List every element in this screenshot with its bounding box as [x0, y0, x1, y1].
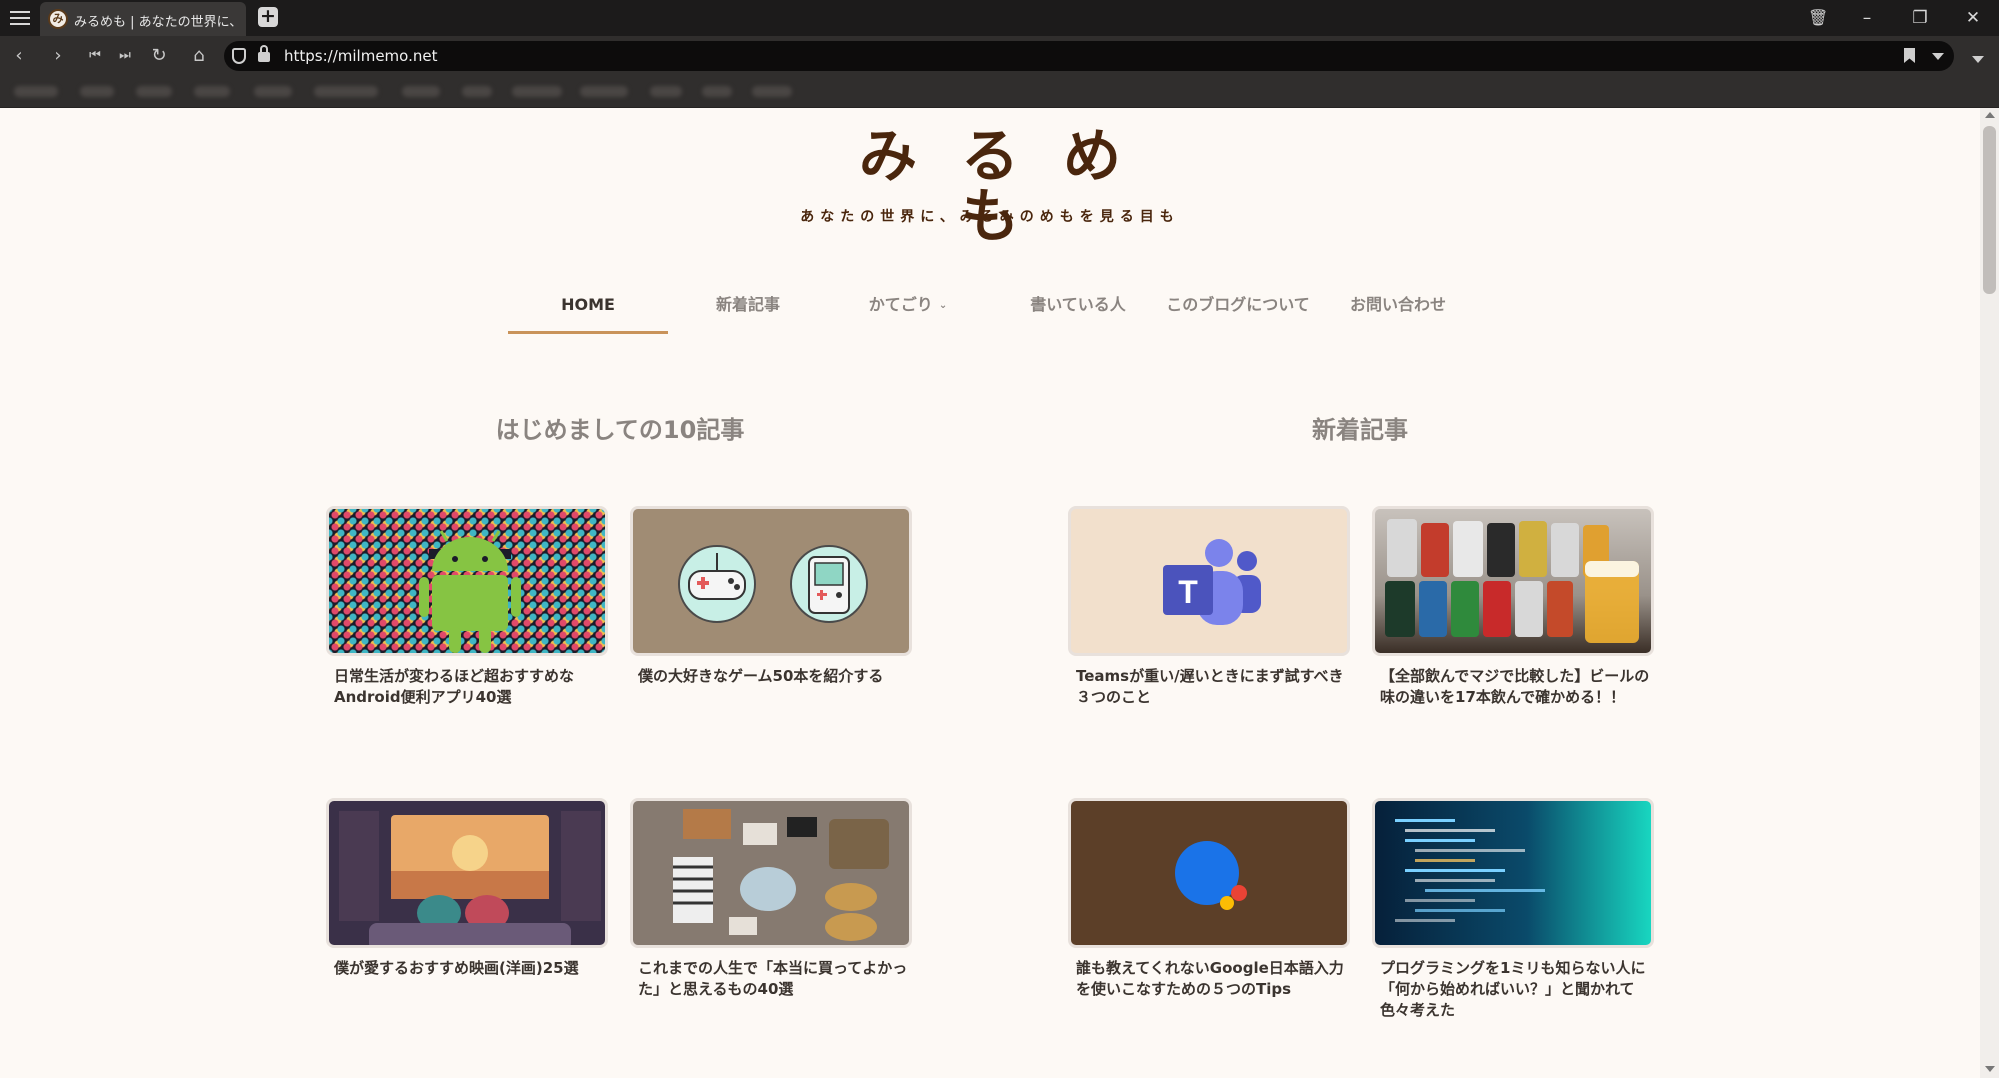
- bookmark-item[interactable]: [314, 86, 378, 97]
- forward-icon[interactable]: ›: [47, 45, 69, 67]
- teams-icon: T: [1163, 539, 1261, 625]
- back-icon[interactable]: ‹: [8, 45, 30, 67]
- article-thumbnail[interactable]: [1372, 506, 1654, 656]
- site-favicon-icon: み: [48, 9, 68, 29]
- bookmark-item[interactable]: [650, 86, 682, 97]
- nav-new-articles[interactable]: 新着記事: [668, 280, 828, 334]
- article-title[interactable]: 【全部飲んでマジで比較した】ビールの味の違いを17本飲んで確かめる！！: [1380, 666, 1650, 708]
- bookmarks-bar: [0, 76, 1999, 108]
- browser-tab[interactable]: み みるめも | あなたの世界に、み: [40, 2, 246, 36]
- minimize-icon[interactable]: –: [1852, 6, 1882, 30]
- nav-home[interactable]: HOME: [508, 280, 668, 334]
- page-scrollbar[interactable]: [1980, 108, 1999, 1078]
- nav-label: 新着記事: [715, 295, 780, 314]
- section-title-intro: はじめましての10記事: [495, 416, 745, 444]
- site-tagline: あなたの世界に、みるみのめもを見る目も: [800, 209, 1180, 225]
- close-icon[interactable]: ✕: [1958, 6, 1988, 30]
- bookmark-item[interactable]: [194, 86, 230, 97]
- nav-label: お問い合わせ: [1349, 295, 1446, 314]
- bookmark-item[interactable]: [462, 86, 492, 97]
- trash-icon[interactable]: 🗑: [1808, 8, 1828, 28]
- browser-navbar: ‹ › ⏮ ⏭ ↻ ⌂ https://milmemo.net: [0, 36, 1999, 76]
- fast-forward-icon[interactable]: ⏭: [114, 45, 136, 67]
- gamepad-icon: [678, 545, 868, 623]
- url-text[interactable]: https://milmemo.net: [284, 47, 437, 65]
- tab-title: みるめも | あなたの世界に、み: [74, 15, 242, 30]
- bookmark-icon[interactable]: [1904, 48, 1915, 63]
- nav-author[interactable]: 書いている人: [1008, 280, 1148, 334]
- menu-icon[interactable]: [10, 8, 30, 28]
- restore-icon[interactable]: ❐: [1905, 6, 1935, 30]
- google-ime-icon: [1175, 841, 1247, 910]
- shield-icon[interactable]: [232, 48, 246, 64]
- nav-label: かてごり: [868, 295, 933, 314]
- svg-text:T: T: [1178, 574, 1198, 610]
- items-icon: [673, 809, 889, 941]
- article-title[interactable]: 僕が愛するおすすめ映画(洋画)25選: [334, 958, 604, 979]
- bookmark-item[interactable]: [512, 86, 562, 97]
- article-title[interactable]: 誰も教えてくれないGoogle日本語入力を使いこなすための５つのTips: [1076, 958, 1346, 1000]
- nav-label: HOME: [561, 295, 615, 314]
- lock-icon[interactable]: [258, 45, 270, 62]
- code-icon: [1395, 819, 1545, 922]
- home-icon[interactable]: ⌂: [188, 45, 210, 67]
- rewind-icon[interactable]: ⏮: [84, 45, 106, 67]
- bookmark-item[interactable]: [752, 86, 792, 97]
- article-thumbnail[interactable]: T: [1068, 506, 1350, 656]
- bookmark-item[interactable]: [702, 86, 732, 97]
- scroll-up-icon[interactable]: [1985, 112, 1995, 118]
- scroll-down-icon[interactable]: [1985, 1066, 1995, 1072]
- nav-about[interactable]: このブログについて: [1148, 280, 1328, 334]
- site-logo[interactable]: みるめも: [785, 126, 1195, 246]
- address-bar[interactable]: https://milmemo.net: [224, 41, 1954, 71]
- beer-cans-icon: [1385, 519, 1639, 643]
- browser-menu-chevron-icon[interactable]: [1972, 56, 1984, 63]
- article-title[interactable]: 僕の大好きなゲーム50本を紹介する: [638, 666, 908, 687]
- android-icon: [419, 530, 521, 653]
- bookmark-item[interactable]: [80, 86, 114, 97]
- reload-icon[interactable]: ↻: [148, 45, 170, 67]
- bookmark-item[interactable]: [14, 86, 58, 97]
- page-content: みるめも あなたの世界に、みるみのめもを見る目も HOME 新着記事 かてごり ⌄…: [0, 108, 1980, 1078]
- article-title[interactable]: プログラミングを1ミリも知らない人に「何から始めればいい？」と聞かれて色々考えた: [1380, 958, 1650, 1021]
- article-title[interactable]: これまでの人生で「本当に買ってよかった」と思えるもの40選: [638, 958, 908, 1000]
- nav-category[interactable]: かてごり ⌄: [828, 280, 988, 334]
- chevron-down-icon[interactable]: [1932, 53, 1944, 60]
- article-thumbnail[interactable]: [326, 506, 608, 656]
- article-thumbnail[interactable]: [630, 798, 912, 948]
- bookmark-item[interactable]: [254, 86, 292, 97]
- movie-icon: [339, 811, 601, 945]
- article-title[interactable]: 日常生活が変わるほど超おすすめなAndroid便利アプリ40選: [334, 666, 604, 708]
- bookmark-item[interactable]: [136, 86, 172, 97]
- section-title-new: 新着記事: [1312, 416, 1408, 444]
- article-thumbnail[interactable]: [326, 798, 608, 948]
- chevron-down-icon: ⌄: [938, 300, 948, 311]
- article-thumbnail[interactable]: [630, 506, 912, 656]
- new-tab-icon[interactable]: +: [258, 7, 278, 27]
- nav-contact[interactable]: お問い合わせ: [1328, 280, 1468, 334]
- bookmark-item[interactable]: [402, 86, 440, 97]
- article-title[interactable]: Teamsが重い/遅いときにまず試すべき３つのこと: [1076, 666, 1346, 708]
- bookmark-item[interactable]: [580, 86, 628, 97]
- browser-tabbar: み みるめも | あなたの世界に、み + 🗑 – ❐ ✕: [0, 0, 1999, 36]
- nav-label: 書いている人: [1030, 295, 1126, 314]
- article-thumbnail[interactable]: [1068, 798, 1350, 948]
- scroll-thumb[interactable]: [1983, 126, 1996, 294]
- nav-label: このブログについて: [1166, 295, 1310, 314]
- main-nav: HOME 新着記事 かてごり ⌄ 書いている人 このブログについて お問い合わせ: [508, 280, 1468, 334]
- article-thumbnail[interactable]: [1372, 798, 1654, 948]
